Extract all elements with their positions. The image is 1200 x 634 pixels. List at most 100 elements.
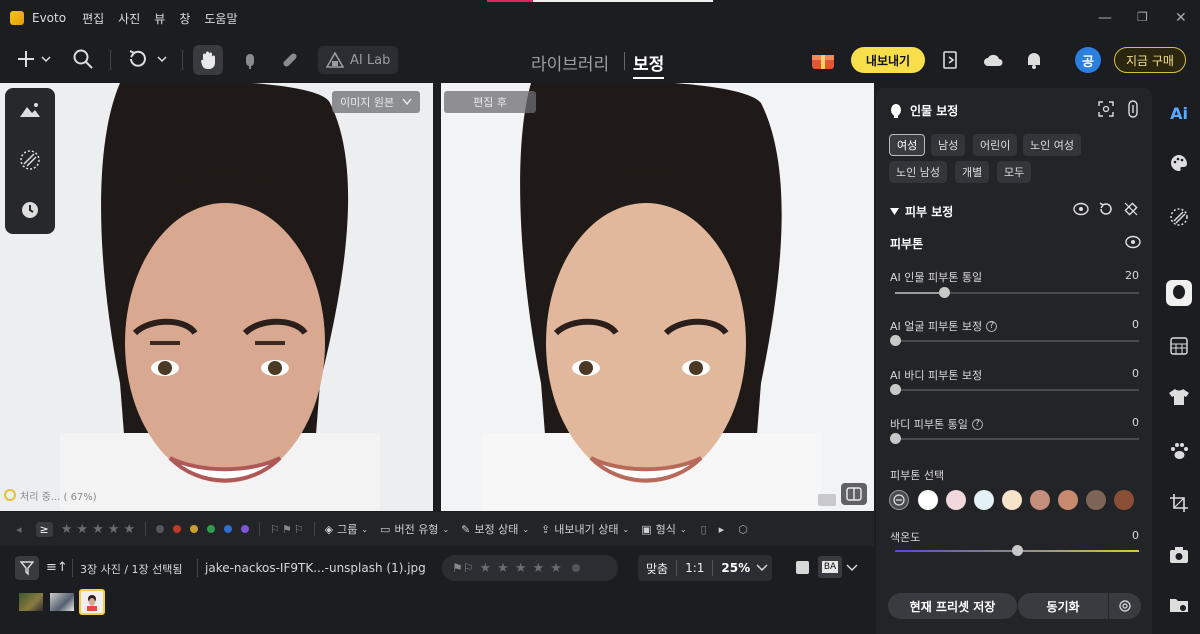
close-icon[interactable]: ✕ bbox=[1175, 10, 1187, 26]
avatar[interactable]: 공 bbox=[1075, 47, 1101, 73]
single-view-button[interactable] bbox=[796, 561, 809, 574]
save-preset-button[interactable]: 현재 프리셋 저장 bbox=[888, 593, 1017, 619]
chip-individual[interactable]: 개별 bbox=[955, 161, 990, 183]
color-dot-none[interactable] bbox=[156, 525, 165, 533]
chip-child[interactable]: 어린이 bbox=[973, 134, 1018, 156]
color-label-filter[interactable] bbox=[156, 525, 250, 533]
filter-settings-icon[interactable]: ⬡ bbox=[738, 523, 748, 536]
texture-tool-button[interactable] bbox=[18, 148, 42, 172]
skintone-swatch[interactable] bbox=[946, 490, 966, 510]
flag-filter[interactable]: ⚐⚑⚐ bbox=[270, 523, 306, 536]
help-icon[interactable]: ? bbox=[986, 320, 998, 332]
slider-knob[interactable] bbox=[1012, 545, 1023, 556]
fit-button[interactable]: 맞춤 bbox=[638, 560, 676, 577]
buy-button[interactable]: 지금 구매 bbox=[1114, 47, 1186, 73]
reset-icon[interactable] bbox=[1098, 201, 1114, 217]
chevron-down-icon[interactable] bbox=[846, 564, 858, 572]
color-dot-yellow[interactable] bbox=[190, 525, 199, 533]
export-status-filter[interactable]: ⇪ 내보내기 상태 ⌄ bbox=[541, 521, 629, 537]
menu-item-view[interactable]: 뷰 bbox=[154, 10, 165, 27]
menu-item-photo[interactable]: 사진 bbox=[118, 10, 140, 27]
skintone-swatch[interactable] bbox=[1058, 490, 1078, 510]
sync-button[interactable]: 동기화 bbox=[1018, 593, 1108, 619]
thumbnail[interactable] bbox=[50, 593, 74, 611]
edit-status-filter[interactable]: ✎ 보정 상태 ⌄ bbox=[461, 521, 529, 537]
skintone-swatch[interactable] bbox=[1002, 490, 1022, 510]
export-file-button[interactable] bbox=[938, 45, 964, 75]
star-icon[interactable]: ★ bbox=[480, 561, 492, 576]
menu-item-edit[interactable]: 편집 bbox=[82, 10, 104, 27]
landscape-tool-button[interactable] bbox=[18, 98, 42, 122]
star-icon[interactable]: ★ bbox=[532, 561, 544, 576]
one-to-one-button[interactable]: 1:1 bbox=[677, 561, 712, 575]
version-filter[interactable]: ▭ 버전 유형 ⌄ bbox=[380, 521, 449, 537]
ai-tool-icon[interactable]: Ai bbox=[1166, 100, 1192, 126]
history-tool-button[interactable] bbox=[18, 198, 42, 222]
gift-button[interactable] bbox=[808, 45, 838, 75]
prev-arrow-icon[interactable]: ◂ bbox=[16, 523, 22, 536]
chevron-down-icon[interactable] bbox=[756, 564, 768, 572]
background-icon[interactable] bbox=[1166, 333, 1192, 359]
menu-item-window[interactable]: 창 bbox=[179, 10, 190, 27]
color-dot-green[interactable] bbox=[207, 525, 216, 533]
skintone-swatch[interactable] bbox=[918, 490, 938, 510]
skin-section-toggle[interactable]: 피부 보정 bbox=[890, 203, 953, 220]
liquify-tool-button[interactable] bbox=[236, 45, 264, 75]
filter-button[interactable] bbox=[15, 556, 39, 580]
eraser-icon[interactable] bbox=[1123, 201, 1139, 217]
body-skintone-unify-slider[interactable] bbox=[890, 433, 1139, 444]
eye-icon[interactable] bbox=[1125, 235, 1141, 249]
chip-elder-female[interactable]: 노인 여성 bbox=[1023, 134, 1081, 156]
ai-skintone-unify-slider[interactable] bbox=[895, 287, 1139, 298]
chip-elder-male[interactable]: 노인 남성 bbox=[889, 161, 947, 183]
chip-female[interactable]: 여성 bbox=[889, 134, 926, 156]
rating-filter[interactable]: ★ ★ ★ ★ ★ bbox=[61, 522, 135, 537]
tab-library[interactable]: 라이브러리 bbox=[531, 50, 609, 75]
palette-icon[interactable] bbox=[1166, 150, 1192, 176]
restore-icon[interactable]: ❐ bbox=[1137, 10, 1148, 24]
ai-body-skintone-slider[interactable] bbox=[890, 384, 1139, 395]
before-label[interactable]: 이미지 원본 bbox=[332, 91, 421, 113]
undo-button[interactable] bbox=[124, 44, 172, 74]
star-icon[interactable]: ★ bbox=[550, 561, 562, 576]
star-icon[interactable]: ★ bbox=[497, 561, 509, 576]
tab-edit[interactable]: 보정 bbox=[633, 50, 665, 79]
skintone-swatch[interactable] bbox=[1086, 490, 1106, 510]
ai-face-skintone-slider[interactable] bbox=[890, 335, 1139, 346]
sync-settings-button[interactable] bbox=[1109, 593, 1141, 619]
portrait-retouch-icon[interactable] bbox=[1166, 280, 1192, 306]
slider-knob[interactable] bbox=[890, 335, 901, 346]
color-label-dot[interactable] bbox=[571, 564, 580, 572]
healing-tool-button[interactable] bbox=[276, 45, 304, 75]
slider-knob[interactable] bbox=[938, 287, 950, 298]
photo-after[interactable] bbox=[441, 83, 874, 511]
color-dot-red[interactable] bbox=[173, 525, 182, 533]
group-filter[interactable]: ◈ 그룹 ⌄ bbox=[325, 521, 368, 537]
thumbnail[interactable] bbox=[19, 593, 43, 611]
saturation-slider[interactable] bbox=[895, 545, 1139, 556]
slider-knob[interactable] bbox=[890, 433, 901, 444]
thumbnail-selected[interactable] bbox=[79, 589, 105, 615]
eye-icon[interactable] bbox=[1073, 202, 1089, 216]
clothing-icon[interactable] bbox=[1166, 384, 1192, 410]
ai-lab-button[interactable]: AI Lab bbox=[318, 46, 398, 74]
add-button[interactable] bbox=[12, 44, 56, 74]
format-filter[interactable]: ▣ 형식 ⌄ bbox=[641, 521, 686, 537]
chip-all[interactable]: 모두 bbox=[997, 161, 1032, 183]
before-after-button[interactable]: BA bbox=[818, 556, 842, 578]
pet-icon[interactable] bbox=[1166, 438, 1192, 464]
skintone-swatch[interactable] bbox=[1114, 490, 1134, 510]
photo-before[interactable] bbox=[0, 83, 433, 511]
next-arrow-icon[interactable]: ▸ bbox=[719, 523, 725, 536]
hand-tool-button[interactable] bbox=[193, 45, 223, 75]
sort-icon[interactable]: ≡↑ bbox=[46, 560, 68, 575]
camera-icon[interactable] bbox=[1166, 542, 1192, 568]
skintone-swatch[interactable] bbox=[1030, 490, 1050, 510]
crop-icon[interactable] bbox=[1166, 490, 1192, 516]
menu-item-help[interactable]: 도움말 bbox=[204, 10, 237, 27]
color-dot-purple[interactable] bbox=[241, 525, 250, 533]
help-icon[interactable]: ? bbox=[971, 418, 983, 430]
slider-knob[interactable] bbox=[890, 384, 901, 395]
zoom-level[interactable]: 25% bbox=[713, 561, 756, 575]
folder-view-icon[interactable] bbox=[1166, 592, 1192, 618]
